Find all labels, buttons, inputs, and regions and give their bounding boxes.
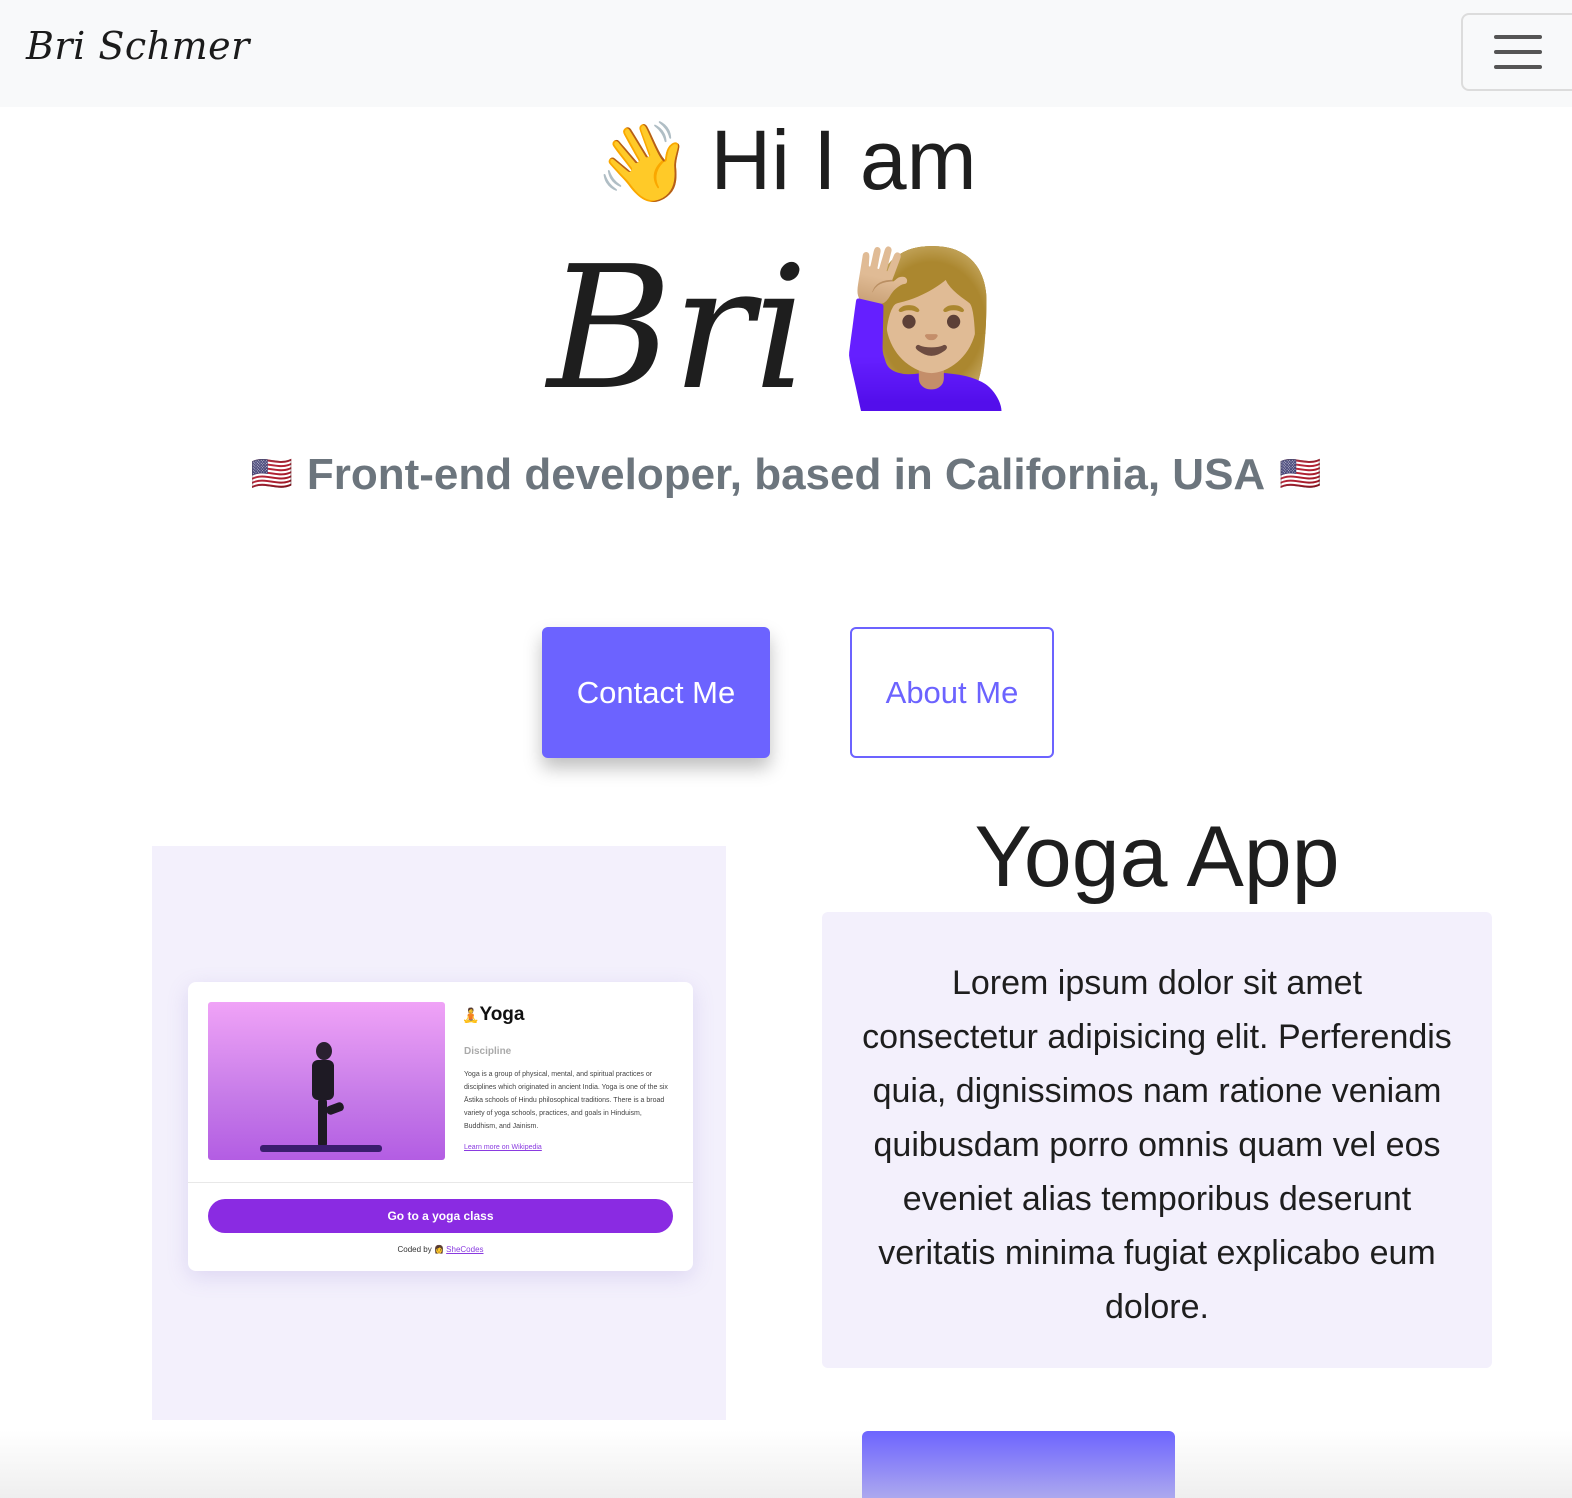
preview-link: Learn more on Wikipedia (464, 1144, 542, 1151)
preview-button: Go to a yoga class (208, 1199, 673, 1233)
yoga-photo (208, 1002, 445, 1160)
preview-card: 🧘Yoga Discipline Yoga is a group of phys… (188, 982, 693, 1271)
preview-divider (188, 1182, 693, 1183)
tagline-text: Front-end developer, based in California… (306, 450, 1266, 499)
project-description: Lorem ipsum dolor sit amet consectetur a… (822, 912, 1492, 1368)
about-me-button[interactable]: About Me (850, 627, 1054, 758)
preview-description: Yoga is a group of physical, mental, and… (464, 1071, 668, 1130)
brand-logo[interactable]: Bri Schmer (26, 24, 250, 68)
greeting-text: Hi I am (710, 113, 977, 207)
us-flag-icon: 🇺🇸 (250, 455, 293, 493)
preview-title: 🧘Yoga (462, 1004, 525, 1025)
preview-label: Discipline (464, 1046, 512, 1057)
navbar: Bri Schmer (0, 0, 1572, 107)
greeting-heading: 👋 Hi I am (0, 112, 1572, 209)
meditation-icon: 🧘 (462, 1007, 480, 1023)
project-title: Yoga App (974, 809, 1340, 905)
preview-credit: Coded by 👩 SheCodes (397, 1245, 484, 1254)
name-heading: Bri 🙋🏼‍♀️ (0, 230, 1572, 428)
menu-toggle-button[interactable] (1461, 13, 1572, 91)
raising-hand-icon: 🙋🏼‍♀️ (837, 244, 1025, 412)
name-text: Bri (547, 230, 808, 428)
launch-app-button[interactable]: Launch Yoga App (862, 1431, 1175, 1498)
scroll-fade (0, 1430, 1572, 1498)
tagline: 🇺🇸 Front-end developer, based in Californ… (0, 450, 1572, 500)
us-flag-icon: 🇺🇸 (1279, 455, 1322, 493)
waving-hand-icon: 👋 (595, 118, 693, 206)
project-preview-image[interactable]: 🧘Yoga Discipline Yoga is a group of phys… (152, 846, 726, 1420)
contact-me-button[interactable]: Contact Me (542, 627, 770, 758)
